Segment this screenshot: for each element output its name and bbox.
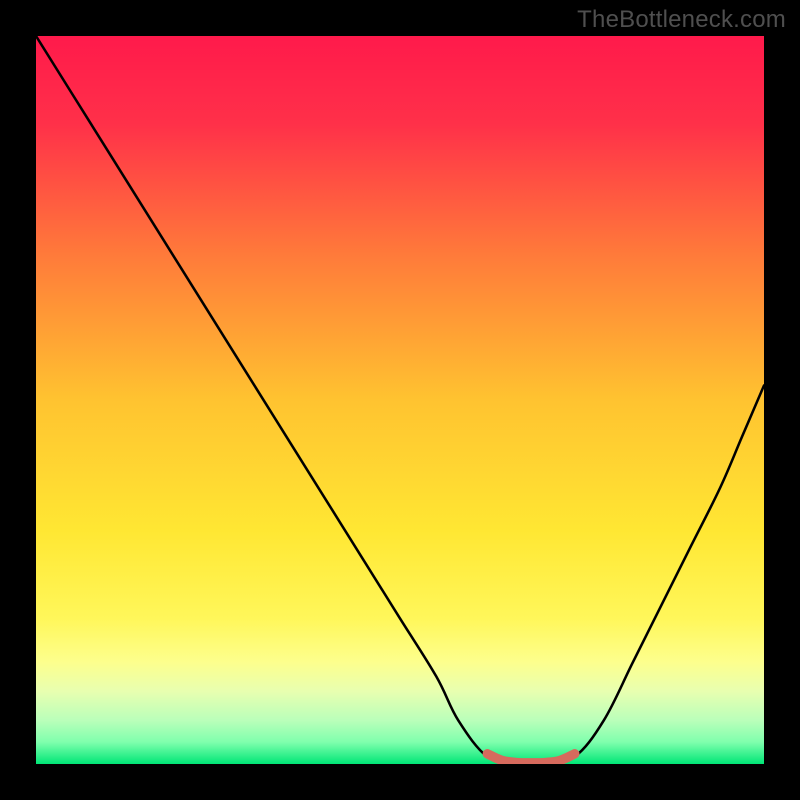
chart-frame: TheBottleneck.com	[0, 0, 800, 800]
optimal-range-marker	[487, 754, 574, 763]
plot-area	[36, 36, 764, 764]
watermark-text: TheBottleneck.com	[577, 6, 786, 34]
curve-layer	[36, 36, 764, 764]
bottleneck-curve	[36, 36, 764, 764]
